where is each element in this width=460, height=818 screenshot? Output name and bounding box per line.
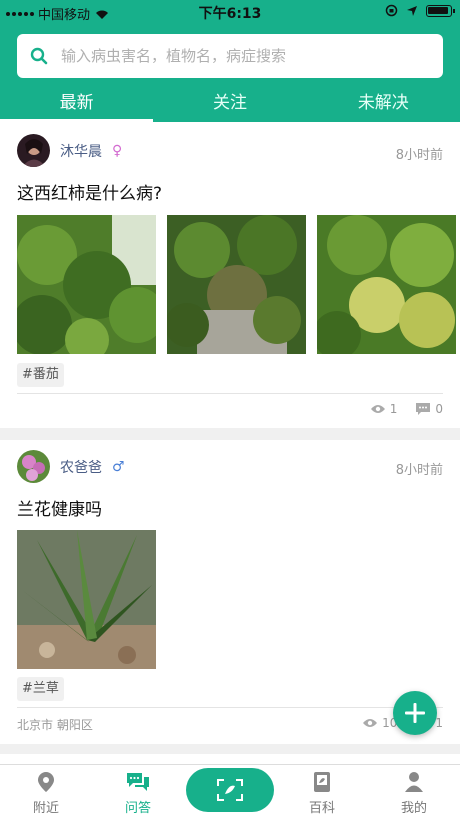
nav-mine[interactable]: 我的 (368, 765, 460, 818)
comment-icon (416, 403, 431, 415)
chat-icon (127, 773, 149, 791)
scan-icon (217, 779, 243, 801)
rotation-lock-icon (385, 4, 398, 17)
location-icon (38, 772, 54, 792)
post-card[interactable]: 沐华晨 ♀ 8小时前 这西红柿是什么病? #番茄 1 0 (0, 122, 460, 428)
plus-icon (405, 703, 425, 723)
status-bar: 中国移动 下午6:13 (0, 0, 460, 24)
comment-count: 0 (435, 402, 443, 416)
post-photo[interactable] (17, 215, 156, 354)
post-title[interactable]: 这西红柿是什么病? (17, 179, 162, 204)
post-card[interactable]: 农爸爸 ♂ 8小时前 兰花健康吗 #兰草 北京市 朝阳区 10 1 (0, 440, 460, 744)
eye-icon (363, 719, 378, 727)
username[interactable]: 农爸爸 (60, 457, 102, 477)
add-question-button[interactable] (393, 691, 437, 735)
female-icon: ♀ (112, 142, 123, 159)
nav-label: 我的 (400, 801, 427, 816)
tab-bar: 最新 关注 未解决 (0, 86, 460, 122)
user-icon (405, 772, 423, 792)
book-icon (314, 772, 330, 792)
nav-label: 附近 (32, 801, 59, 816)
post-photo[interactable] (317, 215, 456, 354)
post-tag[interactable]: #番茄 (17, 363, 64, 387)
app-header: 中国移动 下午6:13 最新 关注 未解决 (0, 0, 460, 122)
scan-button[interactable] (186, 768, 274, 812)
view-count: 1 (389, 402, 398, 416)
avatar[interactable] (17, 450, 50, 483)
nav-label: 问答 (124, 801, 151, 816)
search-icon (17, 34, 61, 78)
eye-icon (370, 405, 385, 413)
search-input[interactable] (61, 47, 421, 65)
search-bar[interactable] (17, 34, 443, 78)
post-photo[interactable] (17, 530, 156, 669)
username[interactable]: 沐华晨 (60, 141, 102, 161)
tab-following[interactable]: 关注 (153, 86, 306, 122)
nav-label: 百科 (308, 801, 335, 816)
post-title[interactable]: 兰花健康吗 (17, 495, 102, 520)
post-tag[interactable]: #兰草 (17, 677, 64, 701)
nav-qa[interactable]: 问答 (92, 765, 184, 818)
comment-count: 1 (435, 716, 443, 730)
post-photo[interactable] (167, 215, 306, 354)
battery-icon (426, 4, 455, 17)
nav-nearby[interactable]: 附近 (0, 765, 92, 818)
post-stats: 1 0 (370, 402, 443, 416)
location-arrow-icon (407, 5, 417, 16)
post-time: 8小时前 (395, 463, 443, 478)
avatar[interactable] (17, 134, 50, 167)
nav-encyclopedia[interactable]: 百科 (276, 765, 368, 818)
divider (17, 393, 443, 394)
male-icon: ♂ (112, 458, 125, 475)
tab-latest[interactable]: 最新 (0, 86, 154, 122)
tab-unsolved[interactable]: 未解决 (307, 86, 460, 122)
post-card-partial (0, 754, 460, 764)
post-location: 北京市 朝阳区 (17, 718, 93, 732)
post-time: 8小时前 (395, 148, 443, 163)
divider (17, 707, 443, 708)
